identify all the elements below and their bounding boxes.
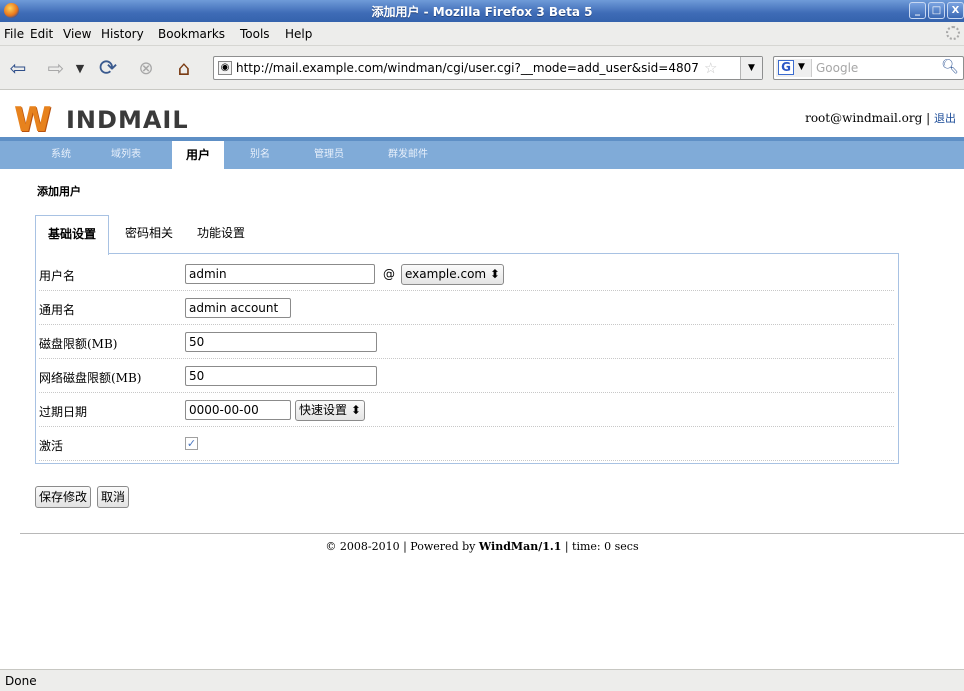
- domain-select-value: example.com: [405, 267, 487, 281]
- star-icon[interactable]: ☆: [704, 59, 717, 77]
- account-separator: |: [926, 111, 931, 125]
- footer: © 2008-2010 | Powered by WindMan/1.1 | t…: [0, 540, 964, 553]
- logo-text: INDMAIL: [66, 106, 189, 134]
- status-bar: Done: [0, 669, 964, 691]
- form-row-common-name: 通用名: [39, 291, 894, 325]
- tab-password-settings[interactable]: 密码相关: [125, 215, 173, 254]
- menu-view[interactable]: View: [63, 27, 91, 41]
- nav-tab-mass-mail[interactable]: 群发邮件: [388, 141, 428, 169]
- at-sign: @: [383, 267, 395, 281]
- url-text[interactable]: http://mail.example.com/windman/cgi/user…: [236, 61, 701, 75]
- nav-tab-aliases[interactable]: 别名: [250, 141, 270, 169]
- nav-tab-users[interactable]: 用户: [172, 141, 225, 169]
- footer-divider: [20, 533, 964, 534]
- footer-product: WindMan/1.1: [478, 540, 562, 553]
- active-checkbox[interactable]: ✓: [185, 437, 198, 450]
- expire-input[interactable]: [185, 400, 291, 420]
- form-row-expire: 过期日期 快速设置 ⬍: [39, 393, 894, 427]
- active-label: 激活: [39, 439, 64, 453]
- main-nav: 系统 域列表 用户 别名 管理员 群发邮件: [0, 141, 964, 169]
- footer-copyright: © 2008-2010 | Powered by: [325, 540, 476, 553]
- reload-icon[interactable]: ⟳: [96, 56, 120, 81]
- tab-basic-settings[interactable]: 基础设置: [35, 215, 110, 255]
- forward-icon[interactable]: ⇨: [44, 56, 68, 80]
- window-titlebar: 添加用户 - Mozilla Firefox 3 Beta 5 _ □ X: [0, 0, 964, 22]
- menu-tools[interactable]: Tools: [240, 27, 270, 41]
- domain-select[interactable]: example.com ⬍: [401, 264, 504, 285]
- nav-tab-domains[interactable]: 域列表: [111, 141, 141, 169]
- account-area: root@windmail.org | 退出: [805, 110, 956, 126]
- account-email: root@windmail.org: [805, 111, 923, 125]
- username-input[interactable]: [185, 264, 375, 284]
- menu-edit[interactable]: Edit: [30, 27, 53, 41]
- menu-bookmarks[interactable]: Bookmarks: [158, 27, 225, 41]
- stop-icon[interactable]: ⊗: [134, 56, 158, 80]
- url-bar[interactable]: ◉ http://mail.example.com/windman/cgi/us…: [213, 56, 763, 80]
- site-icon: ◉: [218, 61, 232, 75]
- net-disk-quota-label: 网络磁盘限额(MB): [39, 371, 142, 385]
- logo-initial: W: [14, 100, 52, 140]
- tab-feature-settings[interactable]: 功能设置: [197, 215, 245, 254]
- menu-bar: File Edit View History Bookmarks Tools H…: [0, 22, 964, 46]
- menu-history[interactable]: History: [101, 27, 144, 41]
- quick-set-select[interactable]: 快速设置 ⬍: [295, 400, 365, 421]
- user-form: 用户名 @ example.com ⬍ 通用名 磁盘限额(MB) 网络磁盘限额(…: [35, 253, 899, 464]
- url-dropdown-icon[interactable]: ▼: [740, 57, 762, 79]
- menu-help[interactable]: Help: [285, 27, 312, 41]
- nav-tab-system[interactable]: 系统: [51, 141, 71, 169]
- window-title: 添加用户 - Mozilla Firefox 3 Beta 5: [371, 5, 593, 19]
- page-title: 添加用户: [37, 185, 81, 198]
- expire-label: 过期日期: [39, 405, 88, 419]
- search-box[interactable]: G ▼ Google 🔍︎: [773, 56, 964, 80]
- footer-time: | time: 0 secs: [564, 540, 639, 553]
- form-row-disk-quota: 磁盘限额(MB): [39, 325, 894, 359]
- common-name-label: 通用名: [39, 303, 76, 317]
- form-row-active: 激活 ✓: [39, 427, 894, 461]
- search-engine-selector[interactable]: G ▼: [776, 59, 812, 77]
- throbber-icon: [946, 26, 960, 40]
- common-name-input[interactable]: [185, 298, 291, 318]
- google-icon: G: [778, 60, 794, 75]
- maximize-button[interactable]: □: [928, 2, 945, 19]
- username-label: 用户名: [39, 269, 76, 283]
- form-row-username: 用户名 @ example.com ⬍: [39, 257, 894, 291]
- menu-file[interactable]: File: [4, 27, 24, 41]
- nav-tab-admins[interactable]: 管理员: [314, 141, 344, 169]
- form-row-net-disk-quota: 网络磁盘限额(MB): [39, 359, 894, 393]
- status-text: Done: [5, 674, 37, 688]
- history-dropdown-icon[interactable]: ▼: [68, 56, 92, 80]
- search-icon[interactable]: 🔍︎: [941, 59, 959, 75]
- chevron-down-icon: ▼: [798, 62, 805, 72]
- minimize-button[interactable]: _: [909, 2, 926, 19]
- navigation-toolbar: ⇦ ⇨ ▼ ⟳ ⊗ ⌂ ◉ http://mail.example.com/wi…: [0, 46, 964, 90]
- logout-link[interactable]: 退出: [934, 112, 956, 125]
- cancel-button[interactable]: 取消: [97, 486, 130, 508]
- save-button[interactable]: 保存修改: [35, 486, 92, 508]
- quick-set-value: 快速设置: [299, 403, 348, 417]
- home-icon[interactable]: ⌂: [172, 56, 196, 80]
- disk-quota-label: 磁盘限额(MB): [39, 337, 118, 351]
- close-button[interactable]: X: [947, 2, 964, 19]
- back-icon[interactable]: ⇦: [6, 56, 30, 80]
- net-disk-quota-input[interactable]: [185, 366, 377, 386]
- disk-quota-input[interactable]: [185, 332, 377, 352]
- search-placeholder[interactable]: Google: [816, 61, 858, 75]
